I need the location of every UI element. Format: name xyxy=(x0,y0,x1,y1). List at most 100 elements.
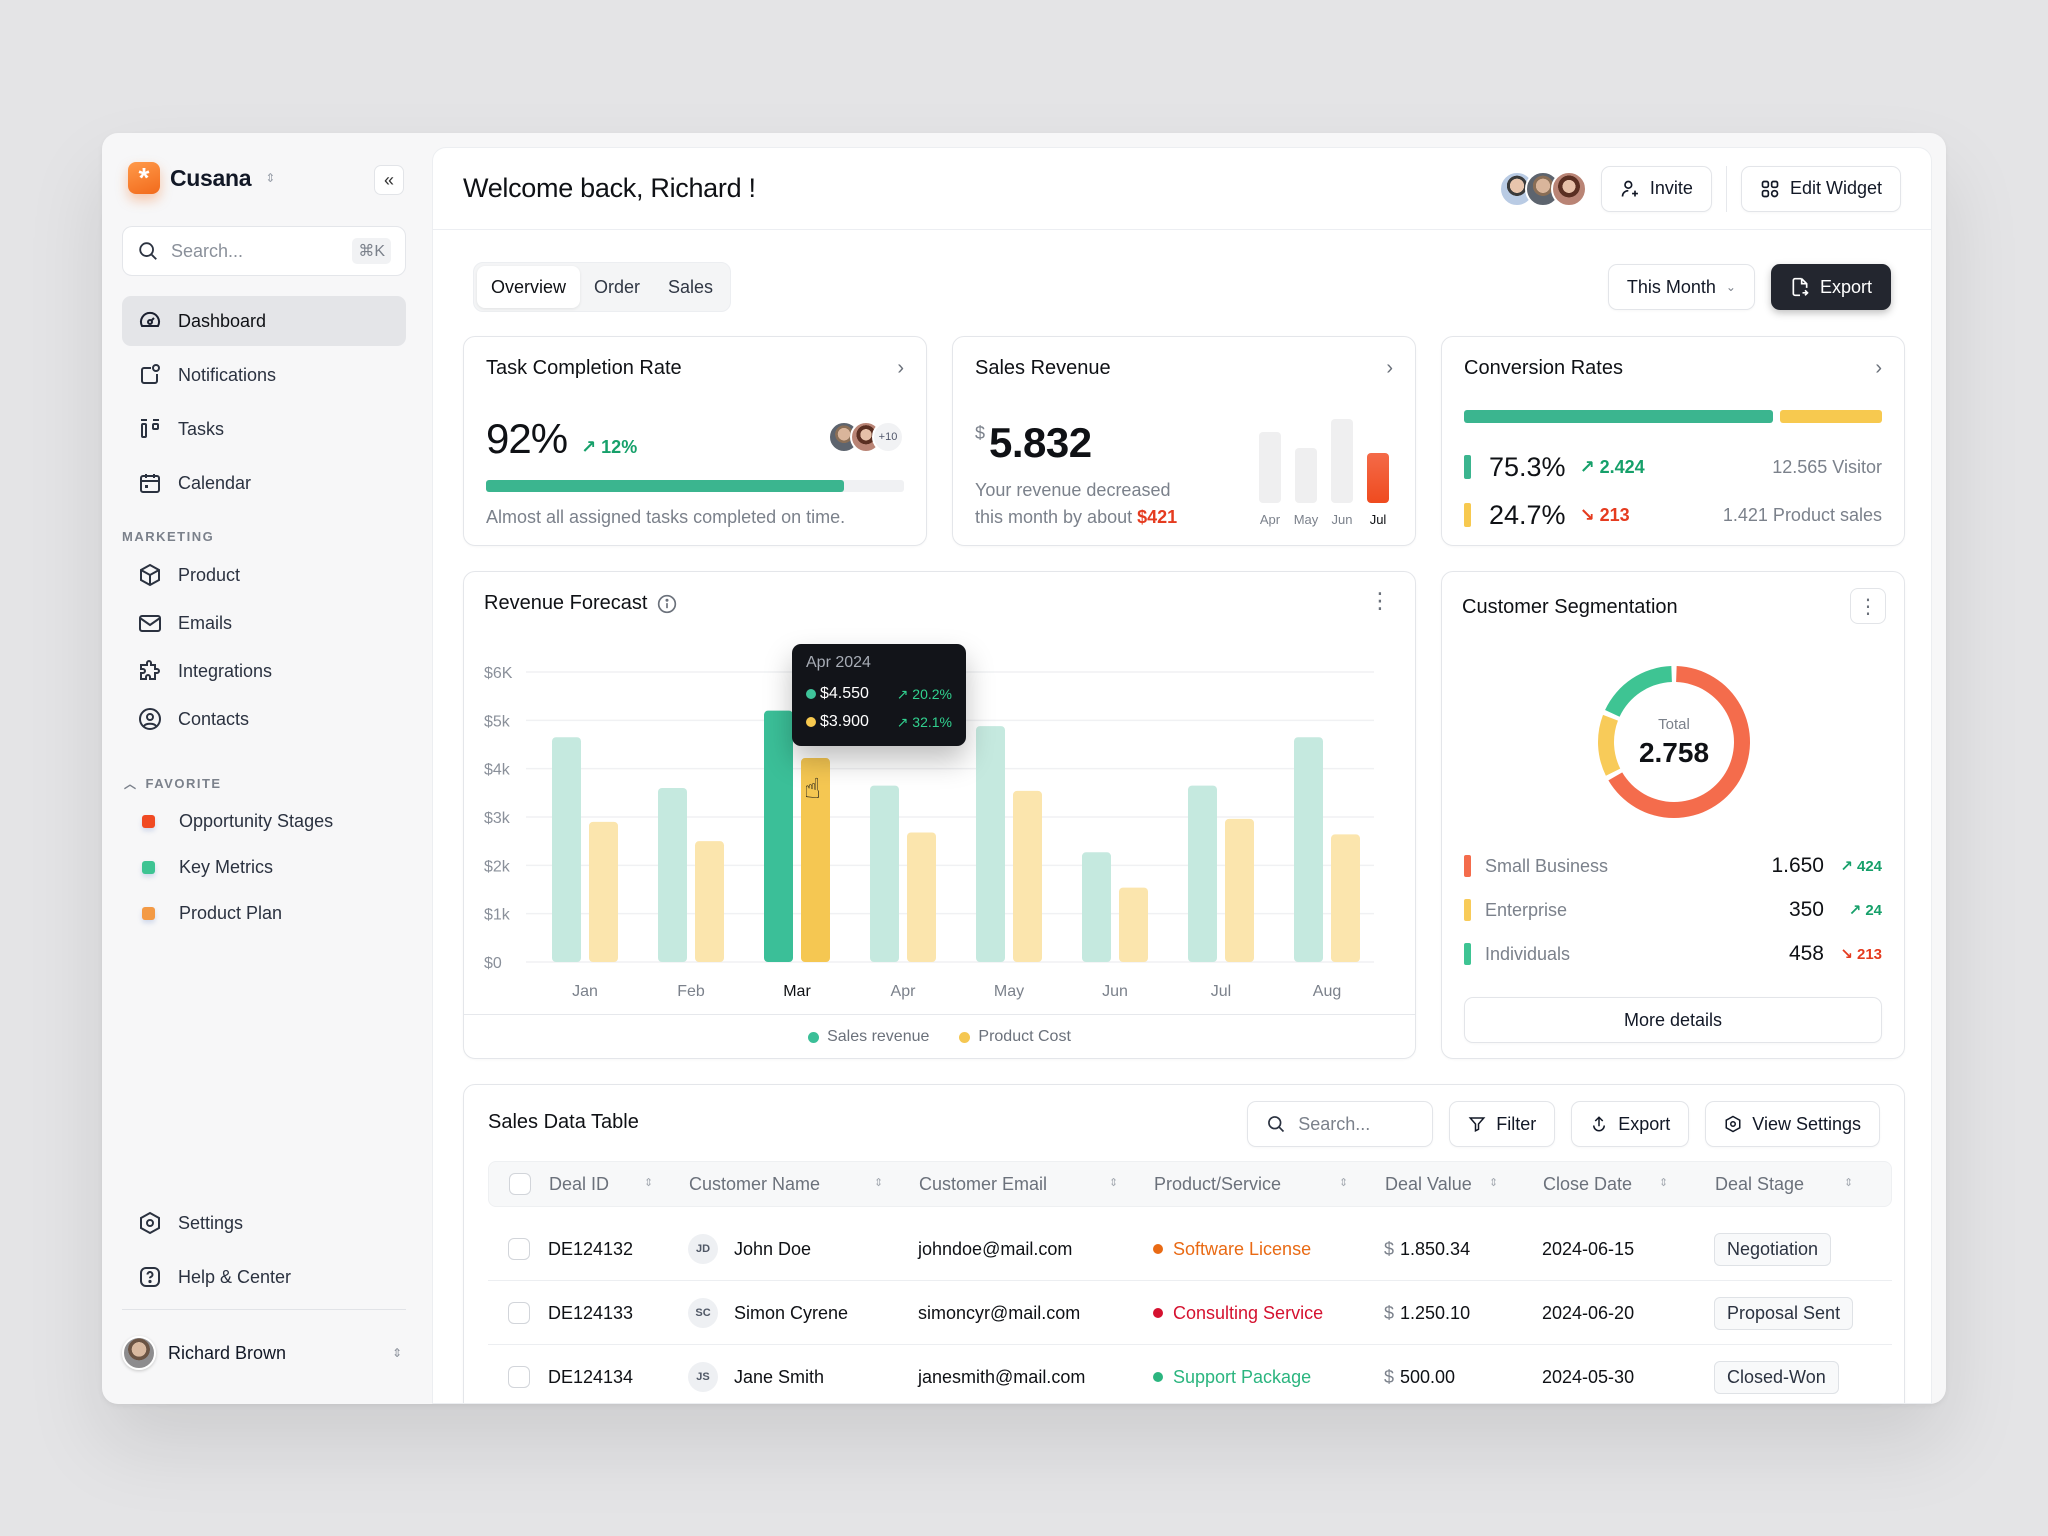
bar-sales-revenue[interactable] xyxy=(1082,852,1111,962)
sidebar-item-calendar[interactable]: Calendar xyxy=(122,458,406,508)
task-completion-card[interactable]: Task Completion Rate › 92% ↗ 12% +10 Alm… xyxy=(463,336,927,546)
legend-label: Sales revenue xyxy=(827,1028,930,1045)
legend-item[interactable]: Product Cost xyxy=(959,1028,1071,1046)
sales-data-table-card: Sales Data Table Search... Filter Export… xyxy=(463,1084,1905,1403)
export-button[interactable]: Export xyxy=(1770,264,1891,310)
sort-icon[interactable]: ⇕ xyxy=(1659,1176,1668,1189)
sidebar-item-settings[interactable]: Settings xyxy=(122,1196,406,1250)
bar-sales-revenue[interactable] xyxy=(764,710,793,962)
tab-order[interactable]: Order xyxy=(580,266,654,308)
x-tick-label: May xyxy=(994,983,1024,1000)
chevron-right-icon[interactable]: › xyxy=(1875,357,1882,380)
more-details-button[interactable]: More details xyxy=(1464,997,1882,1043)
sort-icon[interactable]: ⇕ xyxy=(644,1176,653,1189)
bar-sales-revenue[interactable] xyxy=(976,726,1005,962)
table-row[interactable]: DE124132 JD John Doe johndoe@mail.com Softwa… xyxy=(488,1217,1892,1281)
task-rate-change: ↗ 12% xyxy=(581,437,637,458)
sidebar-item-contacts[interactable]: Contacts xyxy=(122,695,406,743)
sidebar-item-emails[interactable]: Emails xyxy=(122,599,406,647)
more-vertical-icon[interactable]: ⋮ xyxy=(1369,590,1391,612)
edit-widget-button[interactable]: Edit Widget xyxy=(1740,165,1901,212)
header-divider xyxy=(1725,165,1727,212)
table-row[interactable]: DE124134 JS Jane Smith janesmith@mail.com Su… xyxy=(488,1345,1892,1403)
row-checkbox[interactable] xyxy=(508,1366,530,1388)
row-checkbox[interactable] xyxy=(508,1238,530,1260)
sort-icon[interactable]: ⇕ xyxy=(1489,1176,1498,1189)
segmentation-menu-button[interactable]: ⋮ xyxy=(1850,588,1886,624)
bar-product-cost[interactable] xyxy=(1119,887,1148,962)
bar-product-cost[interactable] xyxy=(1013,790,1042,962)
currency-symbol: $ xyxy=(975,423,986,443)
favorite-label: Product Plan xyxy=(179,902,283,923)
tab-overview[interactable]: Overview xyxy=(477,266,581,308)
bar-product-cost[interactable] xyxy=(1225,818,1254,962)
deal-value: 1.850.34 xyxy=(1400,1238,1471,1259)
sidebar-item-integrations[interactable]: Integrations xyxy=(122,647,406,695)
info-icon[interactable] xyxy=(657,594,677,614)
column-header[interactable]: Customer Name xyxy=(689,1162,820,1206)
settings-icon xyxy=(1725,1115,1741,1133)
bar-sales-revenue[interactable] xyxy=(870,785,899,962)
bar-product-cost[interactable] xyxy=(695,841,724,962)
favorite-section-label: FAVORITE xyxy=(145,775,222,791)
sales-revenue-card[interactable]: Sales Revenue › $ 5.832 Your revenue dec… xyxy=(952,336,1416,546)
sidebar-item-notifications[interactable]: Notifications xyxy=(122,350,406,400)
collaborator-avatars[interactable] xyxy=(1498,170,1587,207)
legend-item[interactable]: Sales revenue xyxy=(808,1028,929,1046)
sidebar-item-label: Calendar xyxy=(178,472,252,493)
table-export-button[interactable]: Export xyxy=(1571,1101,1690,1147)
sort-icon[interactable]: ⇕ xyxy=(1844,1176,1853,1189)
filter-button[interactable]: Filter xyxy=(1449,1101,1556,1147)
bar-sales-revenue[interactable] xyxy=(1294,737,1323,962)
period-select[interactable]: This Month ⌄ xyxy=(1607,264,1755,310)
card-title: Revenue Forecast xyxy=(484,592,677,615)
segment-name: Individuals xyxy=(1485,943,1571,964)
tab-sales[interactable]: Sales xyxy=(654,266,727,308)
bar-sales-revenue[interactable] xyxy=(658,788,687,962)
column-header[interactable]: Deal Stage xyxy=(1715,1162,1804,1206)
sort-icon[interactable]: ⇕ xyxy=(1109,1176,1118,1189)
bar-product-cost[interactable] xyxy=(1331,834,1360,962)
table-search-input[interactable]: Search... xyxy=(1247,1101,1434,1147)
column-header[interactable]: Deal ID xyxy=(549,1162,609,1206)
bar-sales-revenue[interactable] xyxy=(1188,785,1217,962)
view-settings-button[interactable]: View Settings xyxy=(1705,1101,1880,1147)
favorite-item[interactable]: Key Metrics xyxy=(122,844,406,890)
conversion-rates-card[interactable]: Conversion Rates › 75.3% ↗ 2.424 12.565 Vi… xyxy=(1441,336,1905,546)
column-header[interactable]: Close Date xyxy=(1543,1162,1632,1206)
currency-symbol: $ xyxy=(1384,1366,1395,1387)
bar-sales-revenue[interactable] xyxy=(552,737,581,962)
invite-button[interactable]: Invite xyxy=(1600,165,1712,212)
collapse-sidebar-button[interactable]: « xyxy=(374,165,404,195)
user-menu[interactable]: Richard Brown ⇕ xyxy=(122,1333,406,1373)
sidebar-item-product[interactable]: Product xyxy=(122,551,406,599)
favorite-item[interactable]: Opportunity Stages xyxy=(122,798,406,844)
sidebar-item-dashboard[interactable]: Dashboard xyxy=(122,296,406,346)
legend-dot-icon xyxy=(808,1031,820,1043)
sort-icon[interactable]: ⇕ xyxy=(1339,1176,1348,1189)
favorite-section-toggle[interactable]: ︿ FAVORITE xyxy=(122,768,406,798)
calendar-icon xyxy=(138,471,162,495)
sidebar-item-help[interactable]: Help & Center xyxy=(122,1250,406,1304)
chevron-right-icon[interactable]: › xyxy=(1386,357,1393,380)
column-header[interactable]: Deal Value xyxy=(1385,1162,1472,1206)
column-header[interactable]: Product/Service xyxy=(1154,1162,1281,1206)
assignee-avatars[interactable]: +10 xyxy=(828,421,904,453)
sort-icon[interactable]: ⇕ xyxy=(874,1176,883,1189)
segment-color-marker xyxy=(1464,855,1471,877)
sidebar-search-input[interactable]: Search... ⌘K xyxy=(122,226,406,276)
workspace-switcher[interactable]: * Cusana ⇕ xyxy=(128,162,275,194)
bar-product-cost[interactable] xyxy=(589,821,618,962)
currency-symbol: $ xyxy=(1384,1302,1395,1323)
bar-product-cost[interactable] xyxy=(907,832,936,962)
favorite-color-icon xyxy=(142,860,155,874)
column-header[interactable]: Customer Email xyxy=(919,1162,1047,1206)
chevron-right-icon[interactable]: › xyxy=(897,357,904,380)
row-checkbox[interactable] xyxy=(508,1302,530,1324)
table-row[interactable]: DE124133 SC Simon Cyrene simoncyr@mail.com C… xyxy=(488,1281,1892,1345)
favorite-item[interactable]: Product Plan xyxy=(122,890,406,936)
checkbox[interactable] xyxy=(509,1173,531,1195)
sidebar-item-tasks[interactable]: Tasks xyxy=(122,404,406,454)
task-caption: Almost all assigned tasks completed on t… xyxy=(486,507,846,527)
select-all-checkbox[interactable] xyxy=(509,1162,531,1206)
